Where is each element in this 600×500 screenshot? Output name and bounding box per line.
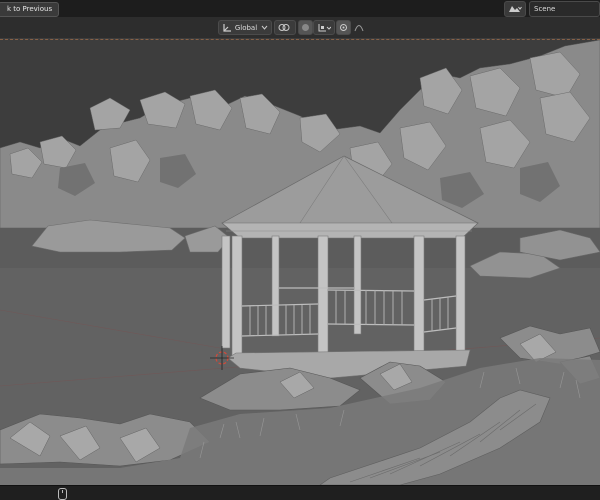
proportional-edit-toggle[interactable]: [336, 20, 351, 35]
orientation-label: Global: [234, 23, 258, 32]
falloff-dropdown[interactable]: [351, 20, 366, 35]
blender-window: k to Previous Scene Global: [0, 0, 600, 500]
transform-orientation-icon: [223, 23, 231, 32]
scene-name-field[interactable]: Scene: [529, 1, 600, 17]
status-bar: [0, 485, 600, 500]
proportional-edit-icon: [340, 24, 347, 31]
falloff-icon: [354, 25, 363, 32]
back-to-previous-button[interactable]: k to Previous: [0, 2, 60, 17]
snap-target-icon: [318, 24, 331, 32]
viewport-scene: [0, 39, 600, 485]
chevron-down-icon: [261, 25, 268, 30]
pivot-point-dropdown[interactable]: [274, 20, 296, 35]
top-bar: k to Previous Scene: [0, 0, 600, 18]
transform-orientation-dropdown[interactable]: Global: [218, 20, 272, 35]
snap-target-dropdown[interactable]: [313, 20, 335, 35]
viewport-header: Global: [0, 17, 600, 38]
snap-toggle[interactable]: [298, 20, 313, 35]
mouse-icon: [58, 488, 67, 500]
pivot-icon: [278, 24, 290, 31]
scene-icon[interactable]: [504, 1, 526, 17]
scene-selector: Scene: [504, 1, 600, 17]
scene-browse-icon: [509, 6, 522, 12]
3d-viewport[interactable]: [0, 38, 600, 485]
snap-icon: [302, 24, 309, 31]
